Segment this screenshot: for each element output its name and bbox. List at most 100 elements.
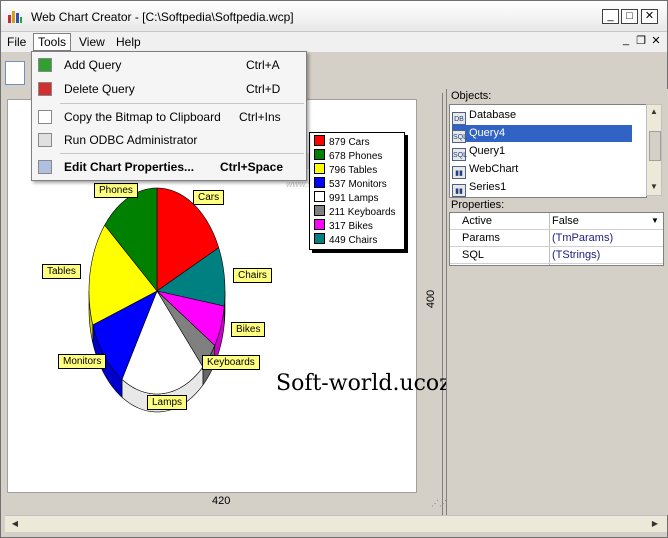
property-row-active[interactable]: Active False ▼ (450, 213, 663, 230)
sql-query-icon: SQL (452, 148, 467, 161)
database-icon: DB (452, 112, 466, 125)
legend-item-phones: 678 Phones (314, 149, 382, 163)
legend-swatch (314, 177, 325, 188)
copy-bitmap-menu-item[interactable]: Copy the Bitmap to Clipboard Ctrl+Ins (32, 106, 306, 128)
property-name: Params (462, 232, 500, 244)
pie-label-monitors: Monitors (58, 354, 107, 369)
menu-separator (60, 103, 304, 104)
canvas-height-label: 400 (425, 289, 438, 309)
object-item-label: Series1 (469, 181, 507, 193)
object-item-label: Query1 (469, 145, 506, 157)
resize-grip-icon[interactable]: ⋰⋰ (431, 499, 447, 508)
chart-icon: ▮▮ (452, 184, 466, 197)
scroll-left-icon[interactable]: ◀ (9, 518, 21, 530)
copy-bitmap-shortcut: Ctrl+Ins (239, 110, 281, 124)
object-item-webchart[interactable]: ▮▮ WebChart (452, 161, 632, 179)
menu-separator (60, 153, 304, 154)
scroll-up-icon[interactable]: ▲ (648, 106, 660, 118)
edit-props-shortcut: Ctrl+Space (220, 160, 284, 174)
object-item-series1[interactable]: ▮▮ Series1 (452, 179, 632, 197)
pie-label-tables: Tables (42, 264, 81, 279)
legend-text: 211 Keyboards (329, 207, 396, 218)
property-name: SQL (462, 249, 485, 261)
copy-icon (38, 110, 52, 124)
legend-item-cars: 879 Cars (314, 135, 370, 149)
legend-item-tables: 796 Tables (314, 163, 377, 177)
delete-query-menu-item[interactable]: Delete Query Ctrl+D (32, 78, 306, 100)
objects-label: Objects: (451, 90, 492, 102)
legend-swatch (314, 191, 325, 202)
legend-swatch (314, 205, 325, 216)
legend-text: 537 Monitors (329, 179, 387, 190)
legend-text: 879 Cars (329, 137, 370, 148)
objects-scrollbar[interactable]: ▲ ▼ (646, 104, 662, 196)
add-query-shortcut: Ctrl+A (246, 58, 280, 72)
mdi-restore-icon[interactable]: ❐ (634, 34, 648, 47)
add-query-menu-item[interactable]: Add Query Ctrl+A (32, 54, 306, 76)
scroll-right-icon[interactable]: ▶ (649, 518, 661, 530)
legend-text: 449 Chairs (329, 235, 378, 246)
canvas-width-label: 420 (212, 495, 231, 507)
chevron-down-icon[interactable]: ▼ (649, 215, 661, 227)
legend-swatch (314, 219, 325, 230)
add-query-label: Add Query (64, 58, 122, 72)
properties-icon (38, 160, 52, 174)
add-query-icon (38, 58, 52, 72)
run-odbc-menu-item[interactable]: Run ODBC Administrator (32, 129, 306, 151)
pie-label-keyboards: Keyboards (202, 355, 260, 370)
object-inspector-panel: Objects: DB Database SQL Query4 SQL Query1 ▮▮ W… (446, 89, 668, 515)
property-value[interactable]: False (552, 213, 579, 229)
app-window: Web Chart Creator - [C:\Softpedia\Softpe… (0, 0, 668, 538)
horizontal-scrollbar[interactable]: ◀ ▶ (5, 515, 667, 532)
legend-item-bikes: 317 Bikes (314, 219, 373, 233)
property-name: Active (462, 215, 492, 227)
sql-query-icon: SQL (452, 130, 467, 143)
property-row-params[interactable]: Params (TmParams) (450, 230, 663, 247)
object-item-query1[interactable]: SQL Query1 (452, 143, 632, 161)
legend-item-chairs: 449 Chairs (314, 233, 377, 247)
close-button[interactable]: ✕ (641, 9, 658, 24)
object-item-label: Query4 (469, 127, 506, 139)
object-item-database[interactable]: DB Database (452, 107, 632, 125)
minimize-button[interactable]: _ (602, 9, 619, 24)
legend-swatch (314, 149, 325, 160)
mdi-close-icon[interactable]: ✕ (649, 34, 663, 47)
property-row-sql[interactable]: SQL (TStrings) (450, 247, 663, 264)
property-value[interactable]: (TStrings) (552, 247, 600, 263)
properties-label: Properties: (451, 199, 505, 211)
odbc-icon (38, 133, 52, 147)
pie-label-phones: Phones (94, 183, 138, 198)
pie-label-cars: Cars (193, 190, 225, 205)
maximize-button[interactable]: □ (621, 9, 638, 24)
object-item-query4[interactable]: SQL Query4 (452, 125, 632, 143)
legend-swatch (314, 135, 325, 146)
mdi-minimize-icon[interactable]: _ (619, 34, 633, 46)
pie-label-lamps: Lamps (147, 395, 188, 410)
objects-list[interactable]: DB Database SQL Query4 SQL Query1 ▮▮ WebChart ▮▮… (449, 104, 647, 198)
delete-query-label: Delete Query (64, 82, 135, 96)
objects-scroll-thumb[interactable] (649, 131, 661, 161)
legend-swatch (314, 163, 325, 174)
properties-grid: Active False ▼ Params (TmParams) SQL (TStrings… (449, 212, 664, 266)
copy-bitmap-label: Copy the Bitmap to Clipboard (64, 110, 221, 124)
edit-chart-properties-menu-item[interactable]: Edit Chart Properties... Ctrl+Space (32, 156, 306, 178)
legend-text: 317 Bikes (329, 221, 373, 232)
edit-props-label: Edit Chart Properties... (64, 160, 195, 174)
pie-label-chairs: Chairs (233, 268, 272, 283)
legend-text: 991 Lamps (329, 193, 379, 204)
property-value[interactable]: (TmParams) (552, 230, 613, 246)
legend-item-lamps: 991 Lamps (314, 191, 378, 205)
run-odbc-label: Run ODBC Administrator (64, 133, 198, 147)
legend-text: 678 Phones (329, 151, 383, 162)
delete-query-shortcut: Ctrl+D (246, 82, 281, 96)
chart-icon: ▮▮ (452, 166, 466, 179)
object-item-label: Database (469, 109, 517, 121)
legend-text: 796 Tables (329, 165, 378, 176)
scroll-down-icon[interactable]: ▼ (648, 181, 660, 193)
pie-label-bikes: Bikes (231, 322, 266, 337)
legend-swatch (314, 233, 325, 244)
tools-dropdown-menu: Add Query Ctrl+A Delete Query Ctrl+D Cop… (31, 51, 307, 181)
object-item-label: WebChart (469, 163, 519, 175)
delete-query-icon (38, 82, 52, 96)
chart-legend: 879 Cars 678 Phones 796 Tables 537 Monitors… (309, 132, 405, 250)
